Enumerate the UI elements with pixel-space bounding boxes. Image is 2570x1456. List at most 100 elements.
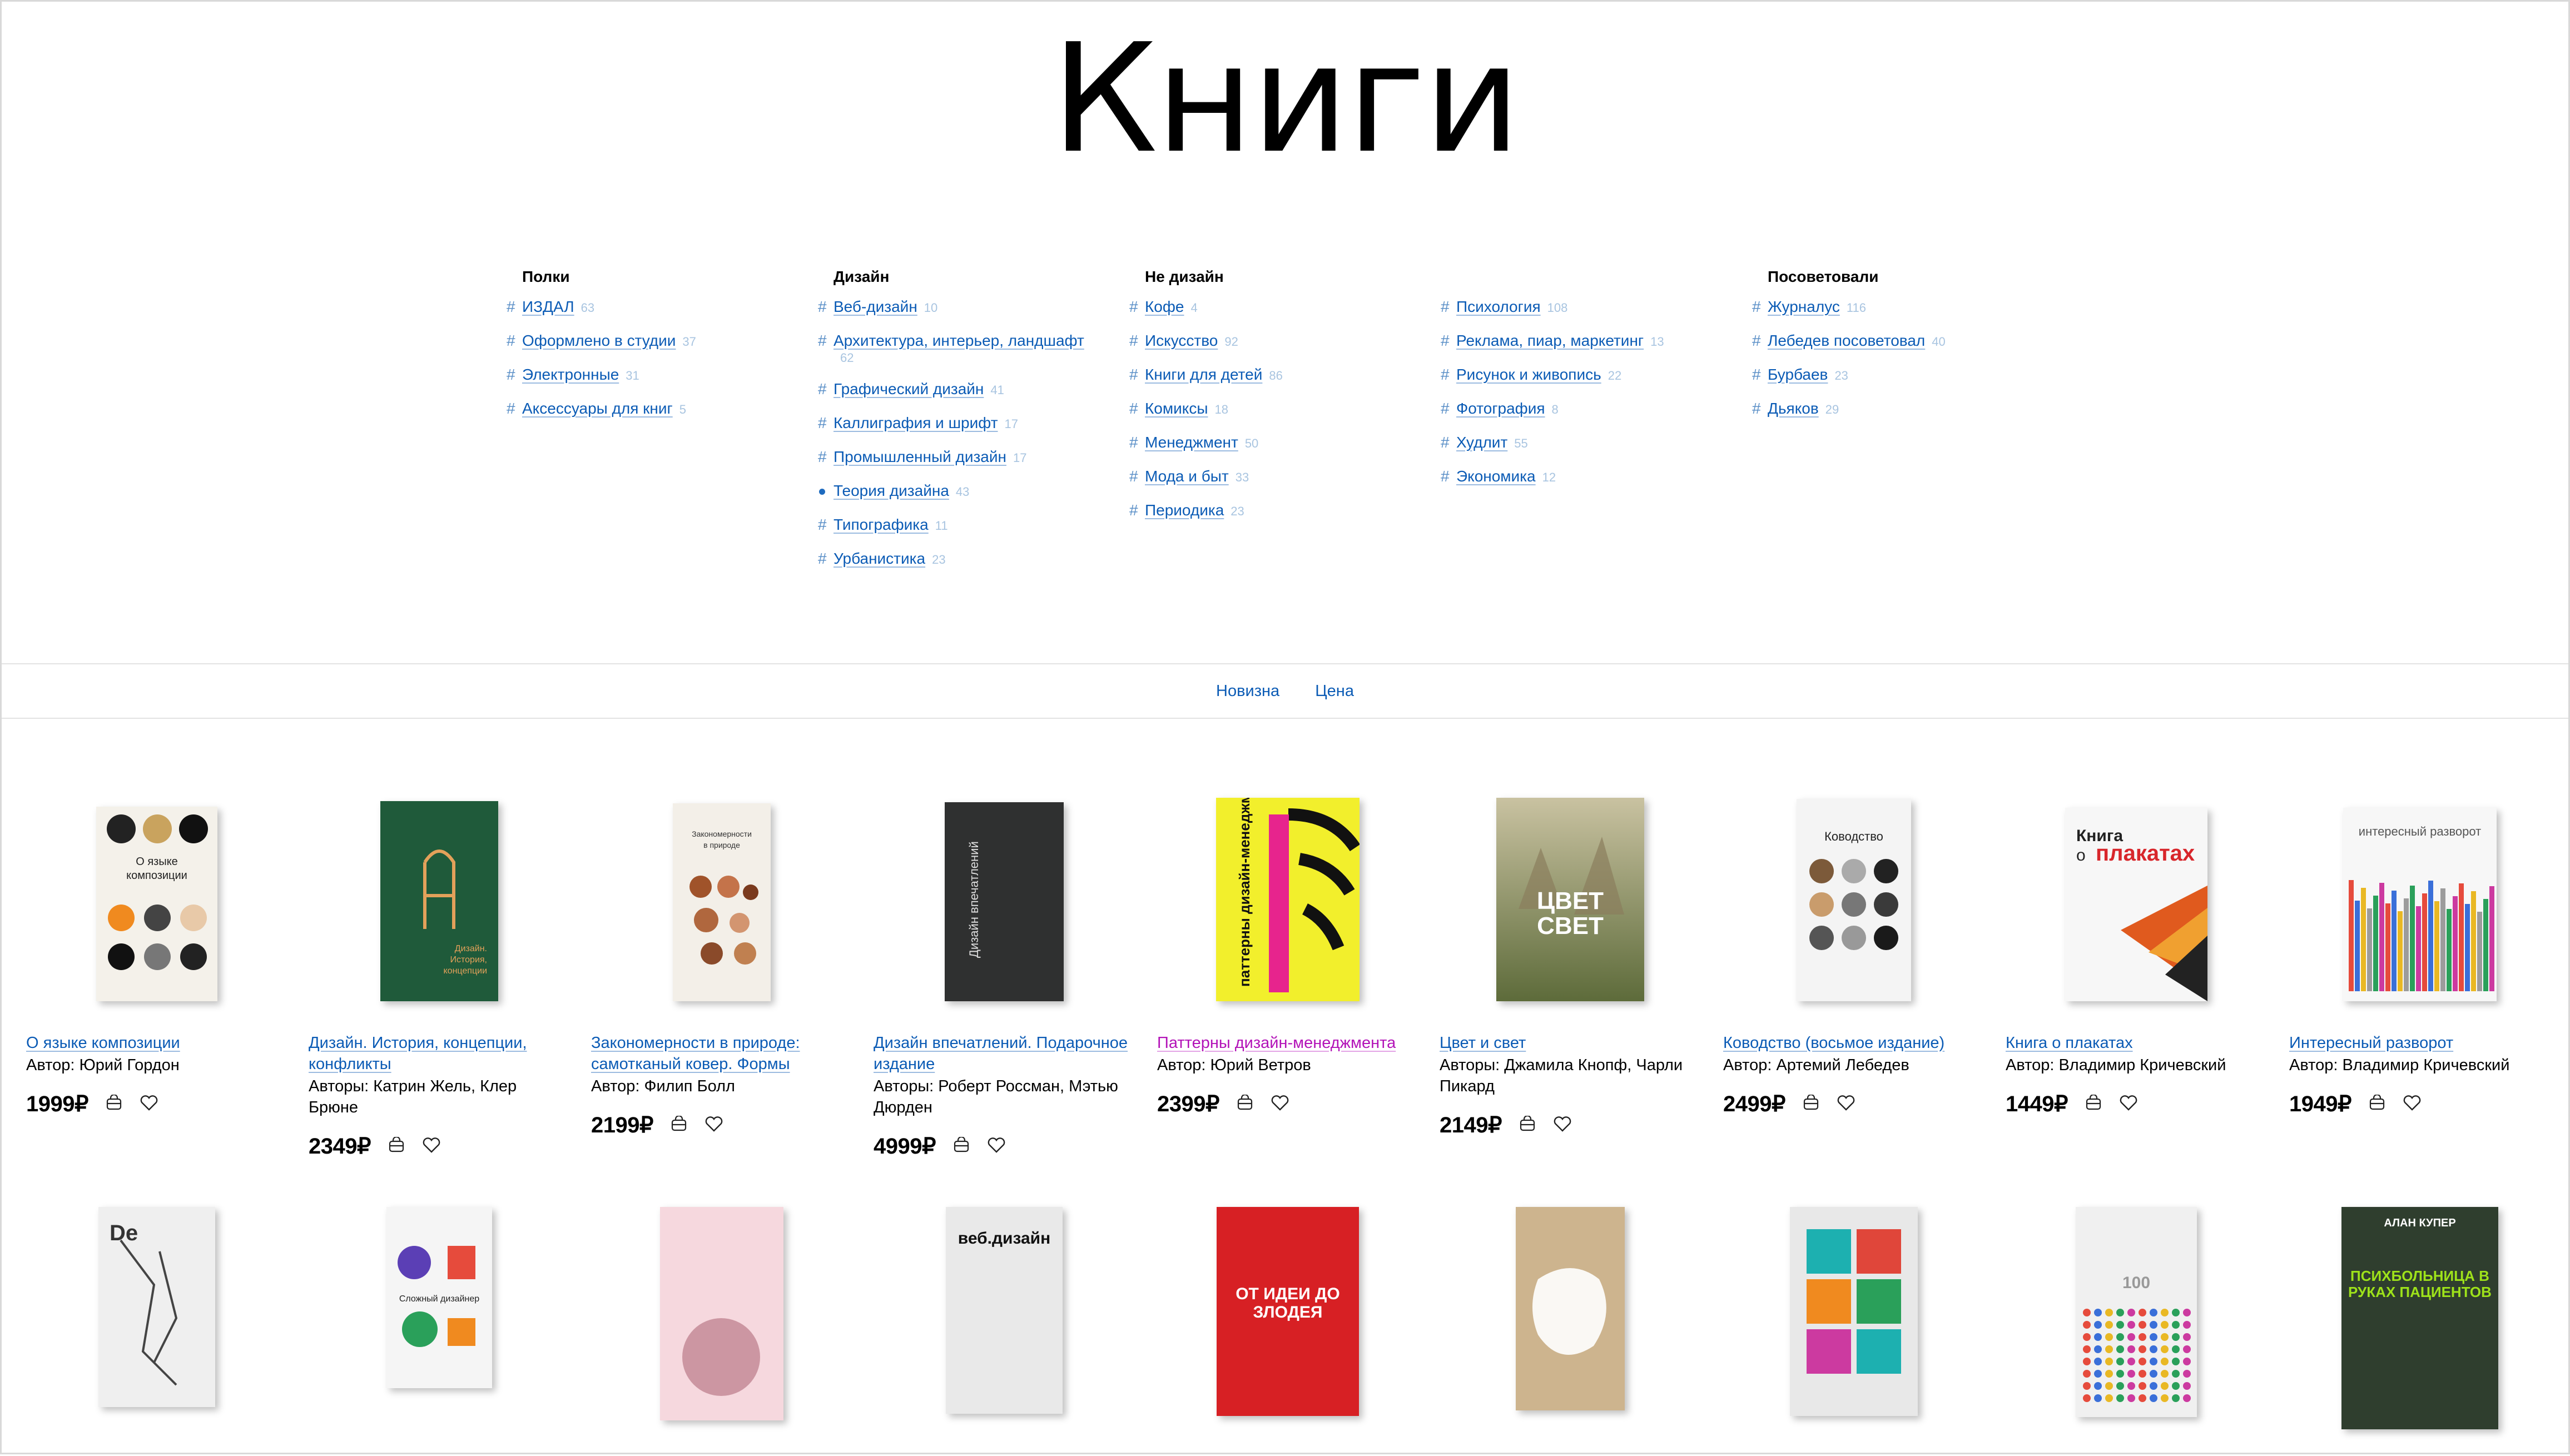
product-cover[interactable]: 100 — [2076, 1207, 2197, 1417]
product-cover[interactable]: Закономерности в природе — [673, 803, 771, 1001]
product-title-link[interactable]: О языке композиции — [26, 1032, 287, 1054]
category-link[interactable]: Графический дизайн — [833, 380, 984, 397]
cart-icon[interactable] — [1519, 1115, 1536, 1135]
category-item[interactable]: # Мода и быт 33 — [1128, 467, 1417, 487]
product-cover-wrap[interactable]: ПСИХБОЛЬНИЦА В РУКАХ ПАЦИЕНТОВ АЛАН КУПЕР — [2289, 1207, 2551, 1440]
product-cover-wrap[interactable]: Книга о плакатах — [2006, 779, 2267, 1001]
product-cover[interactable]: веб.дизайн — [946, 1207, 1063, 1414]
category-item[interactable]: Теория дизайна 43 — [817, 481, 1106, 501]
product-title-link[interactable]: Паттерны дизайн-менеджмента — [1157, 1032, 1418, 1054]
category-link[interactable]: Психология — [1456, 298, 1541, 315]
heart-icon[interactable] — [422, 1137, 441, 1156]
product-cover[interactable] — [1790, 1207, 1918, 1416]
heart-icon[interactable] — [2119, 1095, 2138, 1114]
category-link[interactable]: Лебедев посоветовал — [1768, 332, 1925, 349]
product-cover-wrap[interactable]: Сложный дизайнер — [309, 1207, 570, 1440]
category-item[interactable]: # Дьяков 29 — [1751, 399, 2040, 419]
product-title-link[interactable]: Интересный разворот — [2289, 1032, 2551, 1054]
product-cover[interactable]: ЦВЕТ СВЕТ — [1496, 798, 1644, 1001]
product-title-link[interactable]: Книга о плакатах — [2006, 1032, 2267, 1054]
category-item[interactable]: # Бурбаев 23 — [1751, 365, 2040, 385]
product-cover-wrap[interactable]: 100 — [2006, 1207, 2267, 1440]
category-link[interactable]: Веб-дизайн — [833, 298, 917, 315]
product-cover-wrap[interactable]: Закономерности в природе — [591, 779, 852, 1001]
category-link[interactable]: Периодика — [1145, 501, 1224, 519]
product-title-link[interactable]: Цвет и свет — [1440, 1032, 1701, 1054]
product-cover[interactable]: интересный разворот — [2343, 808, 2497, 1001]
category-item[interactable]: # Лебедев посоветовал 40 — [1751, 331, 2040, 351]
category-link[interactable]: Урбанистика — [833, 550, 925, 567]
category-item[interactable]: # Психология 108 — [1440, 297, 1729, 317]
product-cover[interactable]: паттерны дизайн-менеджмента — [1216, 798, 1360, 1001]
category-link[interactable]: Теория дизайна — [833, 482, 949, 499]
category-item[interactable]: # Фотография 8 — [1440, 399, 1729, 419]
product-cover[interactable]: Сложный дизайнер — [386, 1207, 492, 1388]
category-item[interactable]: # Книги для детей 86 — [1128, 365, 1417, 385]
category-item[interactable]: # Рисунок и живопись 22 — [1440, 365, 1729, 385]
category-link[interactable]: Искусство — [1145, 332, 1218, 349]
category-link[interactable]: Бурбаев — [1768, 366, 1828, 383]
product-title-link[interactable]: Дизайн впечатлений. Подарочное издание — [874, 1032, 1135, 1075]
heart-icon[interactable] — [1837, 1095, 1855, 1114]
category-item[interactable]: # Архитектура, интерьер, ландшафт 62 — [817, 331, 1106, 366]
category-link[interactable]: Кофе — [1145, 298, 1184, 315]
heart-icon[interactable] — [704, 1116, 723, 1135]
heart-icon[interactable] — [140, 1095, 158, 1114]
category-link[interactable]: Комиксы — [1145, 400, 1208, 417]
cart-icon[interactable] — [952, 1136, 970, 1156]
product-title-link[interactable]: Закономерности в природе: самотканый ков… — [591, 1032, 852, 1075]
category-item[interactable]: # Кофе 4 — [1128, 297, 1417, 317]
category-item[interactable]: # Веб-дизайн 10 — [817, 297, 1106, 317]
category-item[interactable]: # Аксессуары для книг 5 — [505, 399, 795, 419]
product-cover-wrap[interactable]: ЦВЕТ СВЕТ — [1440, 779, 1701, 1001]
category-link[interactable]: Менеджмент — [1145, 434, 1238, 451]
product-cover-wrap[interactable]: ОТ ИДЕИ ДО ЗЛОДЕЯ — [1157, 1207, 1418, 1440]
product-cover[interactable]: ПСИХБОЛЬНИЦА В РУКАХ ПАЦИЕНТОВ АЛАН КУПЕР — [2341, 1207, 2498, 1429]
category-link[interactable]: Каллиграфия и шрифт — [833, 414, 998, 431]
category-link[interactable]: Фотография — [1456, 400, 1545, 417]
heart-icon[interactable] — [2403, 1095, 2422, 1114]
product-cover-wrap[interactable]: О языке композиции — [26, 779, 287, 1001]
product-cover-wrap[interactable]: паттерны дизайн-менеджмента — [1157, 779, 1418, 1001]
cart-icon[interactable] — [388, 1136, 405, 1156]
category-link[interactable]: Типографика — [833, 516, 929, 533]
heart-icon[interactable] — [1271, 1095, 1289, 1114]
product-cover[interactable]: ОТ ИДЕИ ДО ЗЛОДЕЯ — [1217, 1207, 1359, 1416]
cart-icon[interactable] — [2085, 1094, 2102, 1114]
category-link[interactable]: Промышленный дизайн — [833, 448, 1006, 465]
category-link[interactable]: Аксессуары для книг — [522, 400, 673, 417]
product-cover[interactable]: De — [98, 1207, 215, 1407]
category-item[interactable]: # Оформлено в студии 37 — [505, 331, 795, 351]
product-cover[interactable]: Ководство — [1797, 799, 1911, 1001]
product-cover[interactable]: Дизайн впечатлений — [945, 802, 1064, 1001]
product-cover-wrap[interactable]: интересный разворот — [2289, 779, 2551, 1001]
product-cover-wrap[interactable]: веб.дизайн — [874, 1207, 1135, 1440]
product-cover[interactable]: О языке композиции — [96, 807, 217, 1001]
category-link[interactable]: Электронные — [522, 366, 619, 383]
product-cover-wrap[interactable]: Ководство — [1723, 779, 1984, 1001]
category-link[interactable]: ИЗДАЛ — [522, 298, 574, 315]
product-cover-wrap[interactable]: Дизайн. История, концепции — [309, 779, 570, 1001]
category-item[interactable]: # Худлит 55 — [1440, 433, 1729, 453]
category-item[interactable]: # Каллиграфия и шрифт 17 — [817, 414, 1106, 434]
product-cover-wrap[interactable] — [591, 1207, 852, 1440]
heart-icon[interactable] — [1553, 1116, 1572, 1135]
product-title-link[interactable]: Дизайн. История, концепции, конфликты — [309, 1032, 570, 1075]
category-link[interactable]: Книги для детей — [1145, 366, 1262, 383]
cart-icon[interactable] — [670, 1115, 688, 1135]
category-link[interactable]: Архитектура, интерьер, ландшафт — [833, 332, 1084, 349]
category-item[interactable]: # Экономика 12 — [1440, 467, 1729, 487]
product-cover[interactable] — [660, 1207, 783, 1420]
sort-price-link[interactable]: Цена — [1315, 682, 1354, 700]
cart-icon[interactable] — [105, 1094, 123, 1114]
cart-icon[interactable] — [2368, 1094, 2386, 1114]
sort-newest-link[interactable]: Новизна — [1216, 682, 1279, 700]
product-title-link[interactable]: Ководство (восьмое издание) — [1723, 1032, 1984, 1054]
product-cover-wrap[interactable]: De — [26, 1207, 287, 1440]
category-item[interactable]: # Журналус 116 — [1751, 297, 2040, 317]
category-link[interactable]: Оформлено в студии — [522, 332, 676, 349]
category-item[interactable]: # Урбанистика 23 — [817, 549, 1106, 569]
heart-icon[interactable] — [987, 1137, 1006, 1156]
cart-icon[interactable] — [1236, 1094, 1254, 1114]
category-link[interactable]: Журналус — [1768, 298, 1840, 315]
